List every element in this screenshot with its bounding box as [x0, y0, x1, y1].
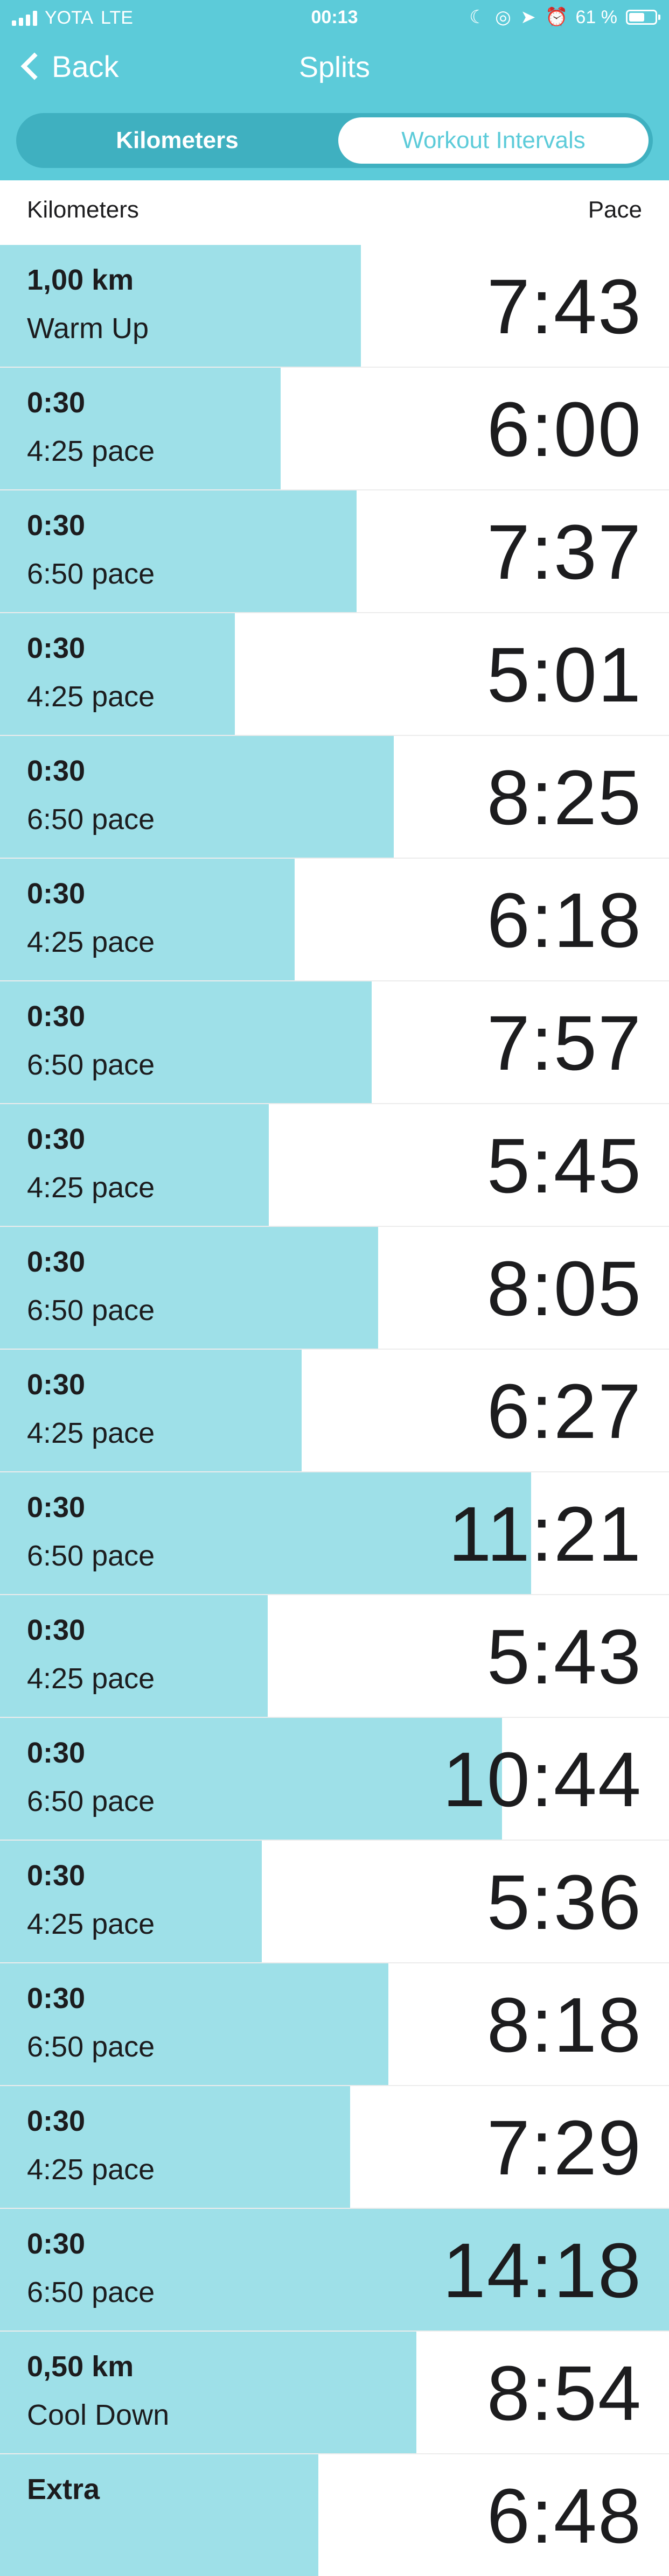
- split-distance: 0:30: [27, 632, 86, 664]
- split-pace: 7:29: [486, 2104, 642, 2191]
- navigation-bar: Back Splits: [0, 39, 669, 98]
- split-distance: 0:30: [27, 1000, 86, 1033]
- split-distance: 0:30: [27, 2228, 86, 2260]
- split-distance: 0:30: [27, 1368, 86, 1401]
- split-label: Warm Up: [27, 312, 149, 345]
- split-label: 4:25 pace: [27, 680, 155, 713]
- split-row: 0:30 4:25 pace 7:29: [0, 2086, 669, 2209]
- split-row: 0,50 km Cool Down 8:54: [0, 2332, 669, 2454]
- split-row: 0:30 4:25 pace 5:01: [0, 613, 669, 736]
- split-pace: 6:18: [486, 877, 642, 964]
- split-distance: 0:30: [27, 509, 86, 542]
- battery-icon: [626, 10, 660, 25]
- split-pace: 6:27: [486, 1368, 642, 1455]
- split-pace: 10:44: [442, 1736, 642, 1823]
- split-label: 6:50 pace: [27, 803, 155, 836]
- page-title: Splits: [298, 51, 371, 83]
- split-row: 0:30 6:50 pace 8:18: [0, 1963, 669, 2086]
- split-pace: 5:01: [486, 631, 642, 718]
- split-label: 4:25 pace: [27, 1908, 155, 1940]
- split-label: 4:25 pace: [27, 1417, 155, 1449]
- split-distance: 0:30: [27, 1859, 86, 1892]
- column-header-kilometers: Kilometers: [27, 196, 139, 223]
- split-label: 6:50 pace: [27, 2031, 155, 2063]
- split-row: 0:30 6:50 pace 11:21: [0, 1472, 669, 1595]
- split-row: 0:30 4:25 pace 6:27: [0, 1350, 669, 1472]
- split-pace: 7:57: [486, 1000, 642, 1086]
- split-label: 6:50 pace: [27, 1294, 155, 1326]
- split-row: 0:30 6:50 pace 14:18: [0, 2209, 669, 2332]
- split-label: 4:25 pace: [27, 435, 155, 467]
- column-header: Kilometers Pace: [0, 180, 669, 245]
- split-pace: 5:36: [486, 1859, 642, 1946]
- splits-list: 1,00 km Warm Up 7:43 0:30 4:25 pace 6:00 0:30 6…: [0, 245, 669, 2576]
- split-pace: 8:18: [486, 1982, 642, 2068]
- segmented-control: Kilometers Workout Intervals: [16, 113, 653, 168]
- split-label: 4:25 pace: [27, 1171, 155, 1204]
- header: YOTA LTE 00:13 ☾ ◎ ➤ ⏰ 61 % Back Splits …: [0, 0, 669, 180]
- split-row: 0:30 4:25 pace 5:36: [0, 1841, 669, 1963]
- split-row: 0:30 6:50 pace 8:05: [0, 1227, 669, 1350]
- status-icons: ☾ ◎ ➤ ⏰: [469, 7, 570, 27]
- split-label: 6:50 pace: [27, 1785, 155, 1817]
- split-label: Cool Down: [27, 2399, 170, 2431]
- split-distance: 0:30: [27, 1491, 86, 1524]
- split-row: 0:30 6:50 pace 10:44: [0, 1718, 669, 1841]
- split-row: 1,00 km Warm Up 7:43: [0, 245, 669, 368]
- split-pace: 6:48: [486, 2473, 642, 2559]
- split-pace: 11:21: [448, 1491, 642, 1577]
- split-pace: 5:45: [486, 1122, 642, 1209]
- split-distance: 0:30: [27, 1982, 86, 2015]
- split-distance: 0:30: [27, 1123, 86, 1155]
- split-label: 4:25 pace: [27, 1662, 155, 1695]
- split-pace: 14:18: [442, 2227, 642, 2314]
- split-row: 0:30 6:50 pace 7:37: [0, 490, 669, 613]
- column-header-pace: Pace: [588, 196, 642, 223]
- status-right: ☾ ◎ ➤ ⏰ 61 %: [469, 6, 660, 28]
- split-distance: 0:30: [27, 1737, 86, 1769]
- split-pace: 5:43: [486, 1613, 642, 1700]
- split-pace: 7:43: [486, 263, 642, 350]
- battery-level: [629, 13, 644, 22]
- split-pace: 8:54: [486, 2350, 642, 2437]
- split-label: 4:25 pace: [27, 2153, 155, 2186]
- split-label: 4:25 pace: [27, 926, 155, 958]
- split-pace: 6:00: [486, 386, 642, 473]
- status-bar: YOTA LTE 00:13 ☾ ◎ ➤ ⏰ 61 %: [0, 0, 669, 39]
- split-pace: 8:25: [486, 754, 642, 841]
- split-row: 0:30 4:25 pace 6:18: [0, 859, 669, 981]
- split-distance: 0,50 km: [27, 2350, 134, 2383]
- split-distance: 0:30: [27, 387, 86, 419]
- split-label: 6:50 pace: [27, 1540, 155, 1572]
- segment-workout-intervals[interactable]: Workout Intervals: [338, 117, 649, 164]
- split-distance: 0:30: [27, 2105, 86, 2137]
- split-pace: 7:37: [486, 509, 642, 595]
- split-distance: 0:30: [27, 1614, 86, 1646]
- split-label: 6:50 pace: [27, 1049, 155, 1081]
- split-row: 0:30 6:50 pace 7:57: [0, 981, 669, 1104]
- split-row: 0:30 4:25 pace 5:45: [0, 1104, 669, 1227]
- split-distance: 1,00 km: [27, 264, 134, 296]
- split-pace: 8:05: [486, 1245, 642, 1332]
- split-distance: 0:30: [27, 755, 86, 787]
- split-distance: 0:30: [27, 878, 86, 910]
- split-row: 0:30 4:25 pace 5:43: [0, 1595, 669, 1718]
- split-distance: 0:30: [27, 1246, 86, 1278]
- segment-kilometers[interactable]: Kilometers: [20, 117, 334, 164]
- split-distance: Extra: [27, 2473, 100, 2505]
- split-label: 6:50 pace: [27, 2276, 155, 2308]
- split-row: 0:30 4:25 pace 6:00: [0, 368, 669, 490]
- split-row: 0:30 6:50 pace 8:25: [0, 736, 669, 859]
- split-label: 6:50 pace: [27, 558, 155, 590]
- split-row: Extra 6:48: [0, 2454, 669, 2576]
- battery-percent: 61 %: [575, 6, 618, 27]
